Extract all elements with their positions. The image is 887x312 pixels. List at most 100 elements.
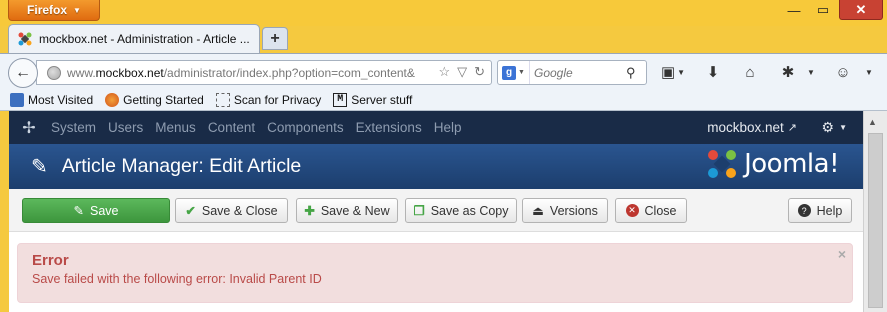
home-button[interactable]: ⌂ [740,62,760,82]
bookmark-label: Most Visited [28,92,94,107]
search-input[interactable] [530,65,622,80]
firefox-overflow-menu[interactable]: ▼ [862,62,876,82]
firefox-icon [105,92,120,107]
navigation-toolbar: www.mockbox.net/administrator/index.php?… [0,53,887,89]
versions-label: Versions [549,203,598,218]
save-label: Save [89,203,119,218]
close-window-button[interactable]: ✕ [839,0,883,20]
url-domain: mockbox.net [95,65,164,80]
menu-menus[interactable]: Menus [155,120,196,135]
globe-icon [47,65,61,80]
scrollbar-thumb[interactable] [868,133,883,308]
menu-system[interactable]: System [51,120,96,135]
chevron-down-icon: ▼ [677,67,686,77]
reload-icon[interactable]: ↻ [474,64,485,80]
chevron-down-icon: ▼ [518,69,525,76]
most-visited-icon [10,92,24,107]
browser-tab[interactable]: mockbox.net - Administration - Article .… [8,24,260,53]
addon-button[interactable]: ✱ [776,62,800,82]
joomla-brand-logo: Joomla! [706,148,839,180]
close-button[interactable]: ✕ Close [615,198,687,223]
main-content: Error Save failed with the following err… [9,232,863,312]
pencil-icon: ✎ [31,156,48,178]
gear-icon: ⚙ [821,119,835,135]
bookmark-most-visited[interactable]: Most Visited [10,92,94,107]
chevron-down-icon: ▼ [839,123,847,132]
user-settings-menu[interactable]: ⚙ ▼ [822,119,847,136]
face-icon: ☺ [835,63,851,81]
bookmark-label: Scan for Privacy [233,92,322,107]
bookmark-star-icon[interactable]: ☆ [438,64,450,80]
url-bar[interactable]: www.mockbox.net/administrator/index.php?… [36,60,492,85]
m-icon: M [333,92,348,107]
bookmarks-toolbar: Most Visited Getting Started Scan for Pr… [0,89,887,111]
menu-content[interactable]: Content [208,120,255,135]
close-label: Close [644,203,677,218]
external-link-icon: ↗ [787,122,797,134]
addon-menu-button[interactable]: ▼ [805,62,817,82]
save-close-button[interactable]: ✔ Save & Close [175,198,288,223]
bug-icon: ✱ [781,64,795,81]
help-label: Help [816,203,843,218]
firefox-menu-label: Firefox [27,3,68,17]
firefox-menu-button[interactable]: Firefox ▼ [8,0,100,21]
alert-close-icon[interactable]: × [838,246,846,262]
site-link[interactable]: mockbox.net ↗ [707,120,797,135]
search-engine-selector[interactable]: g ▼ [498,61,530,84]
url-text[interactable]: www.mockbox.net/administrator/index.php?… [67,66,431,80]
dropdown-arrow-icon[interactable]: ▽ [457,64,467,80]
dashed-square-icon [215,92,230,107]
cancel-icon: ✕ [625,204,639,217]
joomla-brand-text: Joomla! [744,149,839,179]
save-copy-label: Save as Copy [430,203,509,218]
minimize-button[interactable]: — [780,0,808,20]
bookmarks-icon: ▣ [660,64,676,81]
joomla-top-menu: ✢ System Users Menus Content Components … [9,111,863,144]
page-scrollbar[interactable]: ▲ [863,111,887,312]
menu-users[interactable]: Users [108,120,143,135]
bookmark-scan-for-privacy[interactable]: Scan for Privacy [215,92,322,107]
save-as-copy-button[interactable]: ❐ Save as Copy [405,198,517,223]
save-new-button[interactable]: ✚ Save & New [296,198,398,223]
menu-extensions[interactable]: Extensions [356,120,422,135]
joomla-logo-icon[interactable]: ✢ [9,118,49,138]
archive-icon: ⏏ [532,204,544,218]
versions-button[interactable]: ⏏ Versions [522,198,608,223]
download-icon: ⬇ [706,64,720,81]
back-button[interactable]: ← [8,58,38,88]
save-close-label: Save & Close [201,203,278,218]
check-icon: ✔ [185,204,196,218]
search-icon[interactable]: ⚲ [626,65,636,81]
google-icon: g [502,65,517,80]
joomla-mark-icon [708,150,737,178]
downloads-button[interactable]: ⬇ [703,62,723,82]
tab-title: mockbox.net - Administration - Article .… [39,32,250,46]
bookmark-label: Getting Started [123,92,204,107]
question-icon: ? [797,204,811,217]
new-tab-button[interactable]: + [262,27,288,50]
avatar-button[interactable]: ☺ [832,62,854,82]
save-new-label: Save & New [320,203,390,218]
alert-message: Save failed with the following error: In… [32,272,322,286]
alert-heading: Error [32,252,69,269]
url-path: /administrator/index.php?option=com_cont… [163,65,415,80]
help-button[interactable]: ? Help [788,198,852,223]
plus-icon: ✚ [304,204,315,218]
url-prefix: www. [67,65,96,80]
menu-components[interactable]: Components [267,120,344,135]
maximize-button[interactable]: ▭ [810,0,836,20]
menu-help[interactable]: Help [434,120,462,135]
scroll-up-arrow-icon[interactable]: ▲ [868,117,877,127]
save-button[interactable]: ✎ Save [22,198,170,223]
edit-icon: ✎ [73,204,84,218]
bookmark-label: Server stuff [351,92,413,107]
bookmark-server-stuff[interactable]: M Server stuff [333,92,413,107]
home-icon: ⌂ [745,63,755,81]
bookmarks-menu-button[interactable]: ▣ ▼ [658,62,688,82]
bookmark-getting-started[interactable]: Getting Started [105,92,204,107]
back-arrow-icon: ← [15,64,31,81]
error-alert: Error Save failed with the following err… [17,243,853,303]
window-titlebar: Firefox ▼ — ▭ ✕ [0,0,887,26]
search-bar[interactable]: g ▼ ⚲ [497,60,647,85]
page-header: ✎ Article Manager: Edit Article Joomla! [9,144,863,189]
